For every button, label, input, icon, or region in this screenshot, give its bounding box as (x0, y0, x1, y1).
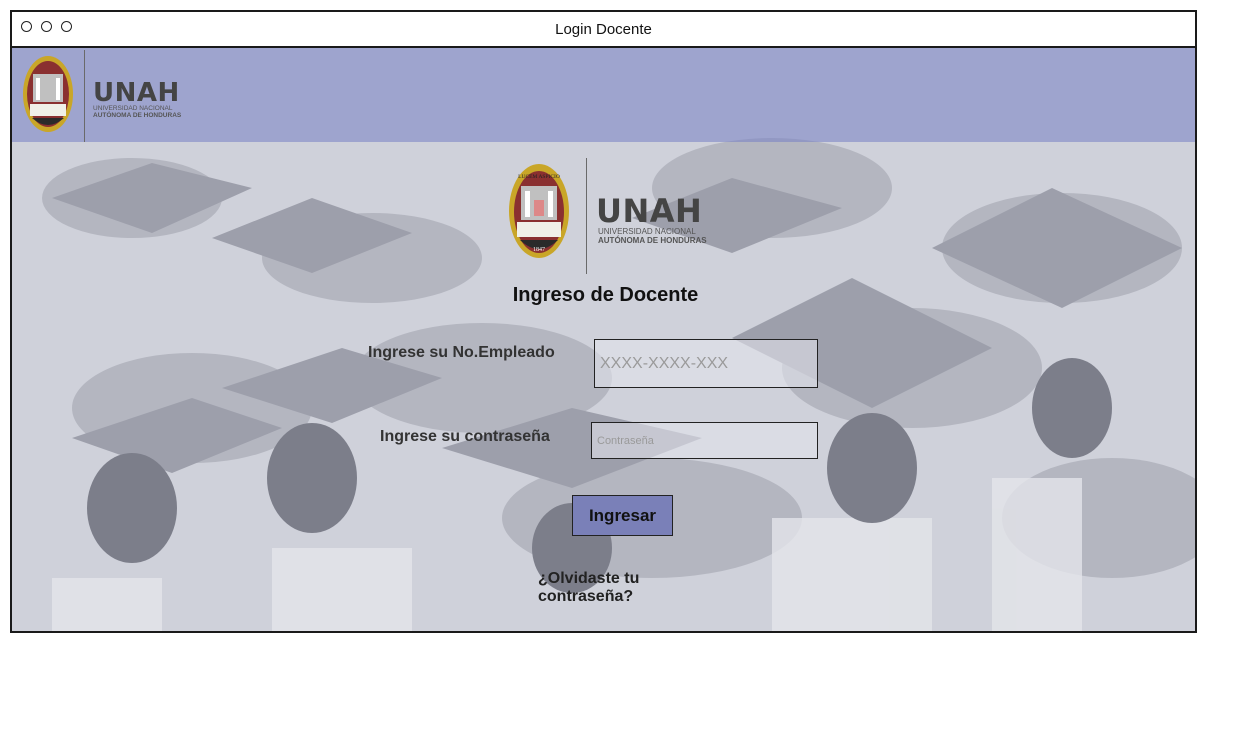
brand-line-2: AUTÓNOMA DE HONDURAS (93, 112, 182, 119)
forgot-password-link[interactable]: ¿Olvidaste tu contraseña? (538, 570, 668, 606)
login-window: Login Docente UNAH UNIVERSIDAD NACIONAL … (10, 10, 1197, 633)
employee-number-label: Ingrese su No.Empleado (368, 344, 555, 361)
seal-motto: LUCEM ASPICIO (518, 174, 560, 180)
password-label: Ingrese su contraseña (380, 428, 550, 445)
brand-name: UNAH (93, 78, 180, 108)
brand-divider (586, 158, 587, 274)
unah-seal-icon (23, 56, 73, 132)
header-banner (12, 48, 1195, 142)
brand-line-2-center: AUTÓNOMA DE HONDURAS (598, 236, 707, 245)
title-bar: Login Docente (12, 12, 1195, 48)
employee-number-input[interactable] (594, 339, 818, 388)
password-input[interactable] (591, 422, 818, 459)
seal-year: 1847 (533, 247, 545, 253)
form-title: Ingreso de Docente (512, 284, 699, 306)
window-title: Login Docente (555, 21, 652, 38)
unah-seal-icon: LUCEM ASPICIO 1847 (509, 164, 569, 258)
brand-divider (84, 50, 85, 142)
login-button[interactable]: Ingresar (572, 495, 673, 536)
brand-name-center: UNAH (596, 192, 703, 230)
